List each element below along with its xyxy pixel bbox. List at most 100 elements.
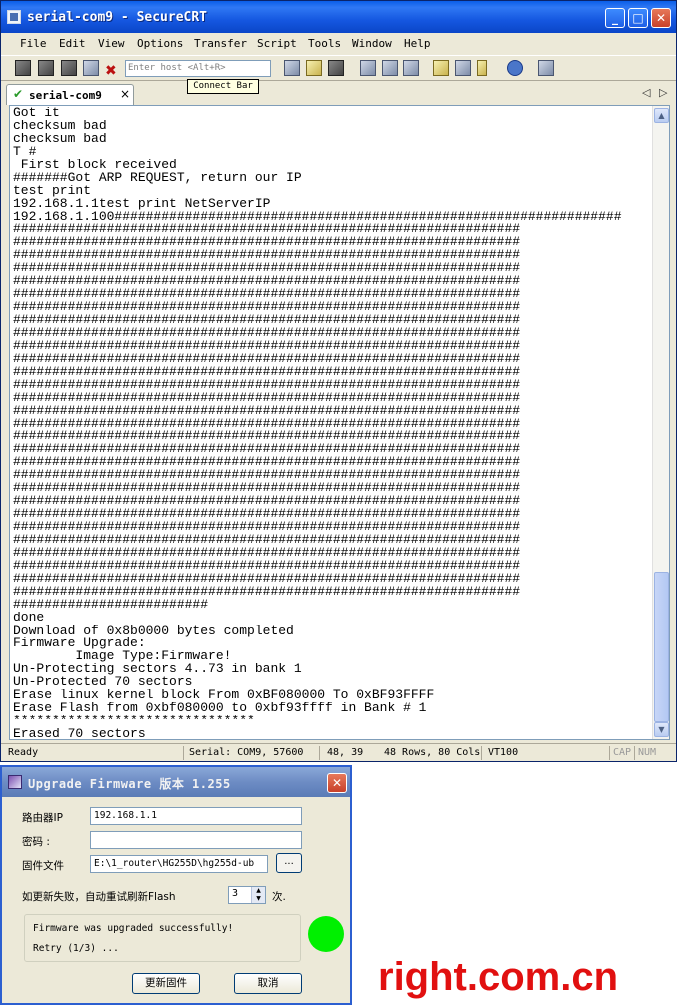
terminal-line: Image Type:Firmware! (13, 650, 232, 664)
terminal-line: ########################################… (13, 352, 521, 366)
terminal-line: ########################################… (13, 223, 521, 237)
tab-scroll-left-icon[interactable]: ◁ (642, 86, 650, 99)
help-icon[interactable] (507, 60, 523, 76)
terminal-line: checksum bad (13, 119, 107, 133)
connect-bar-tooltip: Connect Bar (187, 79, 259, 94)
terminal-view[interactable]: Got it checksum bad checksum bad T # First … (9, 105, 670, 740)
terminal-line: 192.168.1.1test print NetServerIP (13, 197, 271, 211)
dialog-title-bar[interactable]: Upgrade Firmware 版本 1.255 ✕ (2, 767, 350, 797)
vertical-scrollbar[interactable]: ▲ ▼ (652, 106, 669, 739)
menu-window[interactable]: Window (352, 37, 392, 50)
dialog-close-button[interactable]: ✕ (327, 773, 347, 793)
dialog-app-icon (8, 775, 22, 789)
scroll-up-icon[interactable]: ▲ (654, 108, 669, 123)
status-cap: CAP (613, 747, 632, 758)
terminal-line: ########################################… (13, 262, 521, 276)
menu-file[interactable]: File (20, 37, 47, 50)
sftp-icon[interactable] (538, 60, 554, 76)
toolbar: Enter host <Alt+R> (1, 55, 676, 81)
scroll-down-icon[interactable]: ▼ (654, 722, 669, 737)
menu-help[interactable]: Help (404, 37, 431, 50)
maximize-button[interactable]: □ (628, 8, 648, 28)
terminal-line: ########################################… (13, 365, 521, 379)
status-serial: Serial: COM9, 57600 (189, 747, 304, 758)
message-line-1: Firmware was upgraded successfully! (33, 923, 234, 934)
terminal-line: done (13, 611, 45, 625)
terminal-line: Erase linux kernel block From 0xBF080000… (13, 689, 435, 703)
message-box: Firmware was upgraded successfully! Retr… (24, 914, 301, 962)
scroll-thumb[interactable] (654, 572, 669, 722)
disconnect-icon[interactable] (105, 60, 121, 76)
title-bar[interactable]: serial-com9 - SecureCRT _ □ ✕ (1, 1, 676, 33)
menu-edit[interactable]: Edit (59, 37, 86, 50)
quick-connect-icon[interactable] (38, 60, 54, 76)
retry-count-spinner[interactable]: 3 ▲ ▼ (228, 886, 266, 904)
terminal-line: ########################################… (13, 236, 521, 250)
connected-check-icon: ✔ (13, 87, 24, 101)
status-indicator-light (308, 916, 344, 952)
menu-script[interactable]: Script (257, 37, 297, 50)
menu-tools[interactable]: Tools (308, 37, 341, 50)
menu-options[interactable]: Options (137, 37, 183, 50)
tab-label: serial-com9 (29, 89, 102, 102)
router-ip-label: 路由器IP (22, 812, 63, 824)
find-icon[interactable] (328, 60, 344, 76)
terminal-line: ########################################… (13, 521, 521, 534)
menu-view[interactable]: View (98, 37, 125, 50)
session-options-icon[interactable] (433, 60, 449, 76)
terminal-line: ########################################… (13, 533, 521, 547)
terminal-line: ########################################… (13, 559, 521, 573)
terminal-line: Erase Flash from 0xbf080000 to 0xbf93fff… (13, 702, 427, 716)
terminal-line: Un-Protecting sectors 4..73 in bank 1 (13, 663, 302, 677)
print-selection-icon[interactable] (382, 60, 398, 76)
connect-tab-icon[interactable] (61, 60, 77, 76)
paste-icon[interactable] (306, 60, 322, 76)
update-firmware-button[interactable]: 更新固件 (132, 973, 200, 994)
reconnect-icon[interactable] (83, 60, 99, 76)
terminal-line: Got it (13, 107, 60, 120)
status-emulation: VT100 (488, 747, 519, 758)
menu-transfer[interactable]: Transfer (194, 37, 247, 50)
terminal-line: ########################################… (13, 275, 521, 289)
status-ready: Ready (8, 747, 39, 758)
terminal-output: Got it checksum bad checksum bad T # First … (13, 107, 653, 739)
minimize-button[interactable]: _ (605, 8, 625, 28)
cancel-button[interactable]: 取消 (234, 973, 302, 994)
close-button[interactable]: ✕ (651, 8, 671, 28)
app-icon (7, 10, 21, 24)
terminal-line: ########################################… (13, 546, 521, 560)
terminal-line: ########################################… (13, 326, 521, 340)
terminal-line: ########################################… (13, 456, 521, 470)
window-title: serial-com9 - SecureCRT (27, 10, 208, 25)
status-bar: Ready Serial: COM9, 57600 48, 39 48 Rows… (1, 743, 676, 761)
securecrt-window: serial-com9 - SecureCRT _ □ ✕ File Edit … (0, 0, 677, 762)
spinner-arrows-icon[interactable]: ▲ ▼ (251, 887, 265, 903)
terminal-line: ########################################… (13, 585, 521, 599)
tab-serial-com9[interactable]: ✔ serial-com9 × (6, 84, 134, 105)
terminal-line: ########################################… (13, 339, 521, 353)
firmware-file-input[interactable]: E:\1_router\HG255D\hg255d-ub (90, 855, 268, 873)
print-screen-icon[interactable] (360, 60, 376, 76)
password-label: 密码 : (22, 836, 50, 848)
host-input[interactable]: Enter host <Alt+R> (125, 60, 271, 77)
copy-icon[interactable] (284, 60, 300, 76)
print-icon[interactable] (403, 60, 419, 76)
terminal-line: ########################################… (13, 508, 521, 521)
terminal-line: ######################### (13, 598, 209, 612)
keymap-icon[interactable] (477, 60, 487, 76)
browse-button[interactable]: ... (276, 853, 302, 873)
tab-close-icon[interactable]: × (120, 87, 130, 101)
tab-scroll-right-icon[interactable]: ▷ (659, 86, 667, 99)
password-input[interactable] (90, 831, 302, 849)
global-options-icon[interactable] (455, 60, 471, 76)
terminal-line: ########################################… (13, 417, 521, 431)
connect-icon[interactable] (15, 60, 31, 76)
terminal-line: ########################################… (13, 249, 521, 263)
terminal-line: Un-Protected 70 sectors (13, 676, 193, 690)
menu-bar: File Edit View Options Transfer Script T… (1, 33, 676, 55)
retry-unit: 次. (272, 891, 286, 903)
terminal-line: ########################################… (13, 469, 521, 483)
upgrade-firmware-dialog: Upgrade Firmware 版本 1.255 ✕ 路由器IP 192.16… (0, 765, 352, 1005)
router-ip-input[interactable]: 192.168.1.1 (90, 807, 302, 825)
terminal-line: ########################################… (13, 404, 521, 418)
